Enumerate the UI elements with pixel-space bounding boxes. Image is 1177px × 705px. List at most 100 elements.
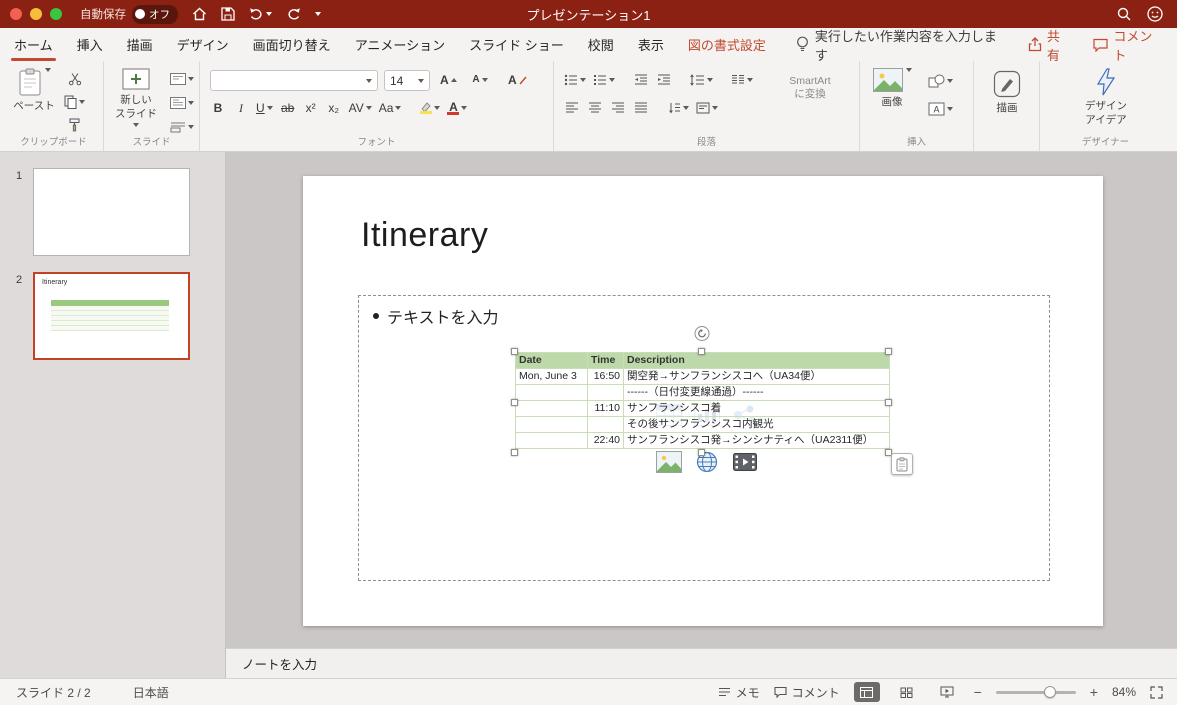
notes-toggle-button[interactable]: メモ: [718, 684, 760, 701]
subscript-button[interactable]: x₂: [324, 98, 344, 118]
cell-date[interactable]: [515, 400, 588, 417]
tab-view[interactable]: 表示: [638, 35, 664, 54]
zoom-percentage[interactable]: 84%: [1112, 685, 1136, 699]
highlight-color-button[interactable]: [417, 98, 442, 118]
picture-caret[interactable]: [905, 68, 912, 72]
slide-sorter-view-button[interactable]: [894, 682, 920, 702]
picture-button[interactable]: 画像: [868, 68, 916, 109]
normal-view-button[interactable]: [853, 682, 880, 702]
cut-button[interactable]: [62, 69, 87, 89]
tab-draw[interactable]: 描画: [127, 35, 153, 54]
increase-indent-button[interactable]: [654, 70, 674, 90]
header-time[interactable]: Time: [587, 352, 624, 369]
superscript-button[interactable]: x²: [301, 98, 321, 118]
tab-design[interactable]: デザイン: [177, 35, 229, 54]
slide2-thumbnail[interactable]: Itinerary: [33, 272, 190, 360]
zoom-slider-knob[interactable]: [1043, 685, 1056, 698]
underline-button[interactable]: U: [254, 98, 275, 118]
autosave-toggle[interactable]: オフ: [132, 4, 178, 24]
search-icon[interactable]: [1117, 7, 1131, 21]
tab-slideshow[interactable]: スライド ショー: [469, 35, 564, 54]
text-box-button[interactable]: A: [926, 99, 955, 119]
tab-home[interactable]: ホーム: [11, 35, 56, 61]
reset-slide-caret[interactable]: [188, 101, 194, 105]
zoom-out-button[interactable]: −: [974, 684, 982, 700]
new-slide-dropdown-caret[interactable]: [133, 123, 139, 127]
slide1-thumbnail[interactable]: [33, 168, 190, 256]
cell-description[interactable]: サンフランシスコ着: [623, 400, 890, 417]
grow-font-button[interactable]: A: [438, 70, 459, 90]
paste-dropdown-caret[interactable]: [44, 68, 51, 72]
shapes-button[interactable]: [926, 71, 955, 91]
zoom-in-button[interactable]: +: [1090, 684, 1098, 700]
cell-date[interactable]: [515, 432, 588, 449]
cell-date[interactable]: [515, 384, 588, 401]
notes-placeholder[interactable]: ノートを入力: [242, 654, 317, 673]
close-button[interactable]: [10, 8, 22, 20]
cell-description[interactable]: ------（日付変更線通過）------: [623, 384, 890, 401]
zoom-slider[interactable]: [995, 685, 1076, 698]
tab-shape-format[interactable]: 図の書式設定: [688, 35, 766, 54]
convert-smartart-button[interactable]: SmartArt に変換: [766, 75, 854, 101]
slide-title[interactable]: Itinerary: [361, 216, 488, 255]
comments-toggle-button[interactable]: コメント: [774, 684, 840, 701]
tab-insert[interactable]: 挿入: [77, 35, 103, 54]
columns-button[interactable]: [729, 70, 755, 90]
notes-pane[interactable]: ノートを入力: [226, 648, 1177, 678]
resize-handle-s[interactable]: [698, 449, 705, 456]
tell-me-box[interactable]: 実行したい作業内容を入力します: [796, 26, 1004, 64]
shrink-font-button[interactable]: A: [470, 70, 490, 90]
undo-dropdown-caret[interactable]: [266, 12, 272, 16]
insert-picture-icon[interactable]: [655, 450, 683, 474]
redo-button[interactable]: [286, 7, 301, 21]
cell-time[interactable]: [587, 384, 624, 401]
undo-button[interactable]: [249, 7, 272, 21]
reset-slide-button[interactable]: [168, 93, 196, 113]
line-spacing-button[interactable]: [688, 70, 715, 90]
header-description[interactable]: Description: [623, 352, 890, 369]
character-spacing-button[interactable]: AV: [347, 98, 374, 118]
section-caret[interactable]: [188, 125, 194, 129]
change-case-button[interactable]: Aa: [377, 98, 404, 118]
tab-animations[interactable]: アニメーション: [355, 35, 445, 54]
bold-button[interactable]: B: [208, 98, 228, 118]
insert-video-icon[interactable]: [731, 450, 759, 474]
align-left-button[interactable]: [562, 98, 582, 118]
cell-time[interactable]: 11:10: [587, 400, 624, 417]
language-indicator[interactable]: 日本語: [133, 684, 169, 701]
format-painter-button[interactable]: [62, 115, 87, 135]
draw-button[interactable]: 描画: [989, 70, 1025, 115]
font-color-caret[interactable]: [461, 106, 468, 110]
copy-button[interactable]: [62, 92, 87, 112]
toolbar-options-caret[interactable]: [315, 12, 321, 16]
numbering-button[interactable]: [591, 70, 617, 90]
tab-transitions[interactable]: 画面切り替え: [253, 35, 331, 54]
resize-handle-w[interactable]: [511, 399, 518, 406]
new-slide-button[interactable]: 新しい スライド: [108, 68, 164, 127]
account-icon[interactable]: [1147, 6, 1163, 22]
layout-button[interactable]: [168, 69, 196, 89]
resize-handle-ne[interactable]: [885, 348, 892, 355]
paste-button[interactable]: ペースト: [12, 68, 56, 113]
cell-date[interactable]: Mon, June 3: [515, 368, 588, 385]
resize-handle-e[interactable]: [885, 399, 892, 406]
highlight-caret[interactable]: [434, 106, 441, 110]
copy-dropdown-caret[interactable]: [79, 100, 85, 104]
header-date[interactable]: Date: [515, 352, 588, 369]
bullets-button[interactable]: [562, 70, 588, 90]
font-color-button[interactable]: A: [445, 98, 469, 118]
slide-canvas[interactable]: Itinerary テキストを入力 Date Time Description …: [303, 176, 1103, 626]
cell-description[interactable]: その後サンフランシスコ内観光: [623, 416, 890, 433]
cell-time[interactable]: 22:40: [587, 432, 624, 449]
design-ideas-button[interactable]: デザイン アイデア: [1080, 68, 1132, 127]
share-button[interactable]: 共有: [1028, 26, 1072, 64]
clear-formatting-button[interactable]: A: [506, 70, 530, 90]
cell-description[interactable]: 関空発→サンフランシスコへ（UA34便）: [623, 368, 890, 385]
resize-handle-sw[interactable]: [511, 449, 518, 456]
layout-caret[interactable]: [188, 77, 194, 81]
cell-time[interactable]: [587, 416, 624, 433]
itinerary-table[interactable]: Date Time Description Mon, June 3 16:50 …: [515, 352, 890, 449]
comments-button[interactable]: コメント: [1093, 26, 1163, 64]
italic-button[interactable]: I: [231, 98, 251, 118]
align-right-button[interactable]: [608, 98, 628, 118]
